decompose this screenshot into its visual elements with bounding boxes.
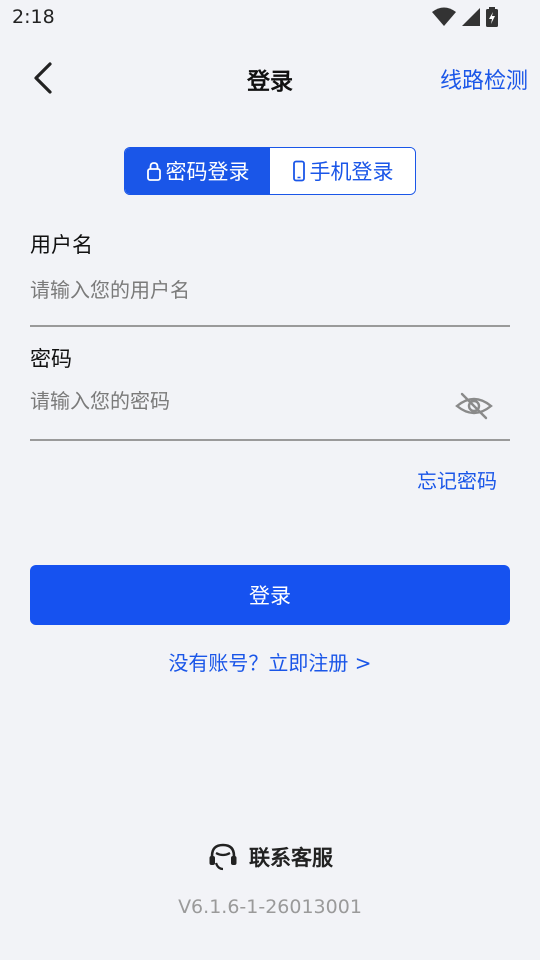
- username-divider: [30, 325, 510, 327]
- route-check-link[interactable]: 线路检测: [440, 63, 528, 95]
- password-input[interactable]: [30, 383, 450, 419]
- username-label: 用户名: [30, 233, 93, 257]
- contact-support-label: 联系客服: [249, 846, 333, 870]
- contact-support-button[interactable]: 联系客服: [0, 842, 540, 872]
- tab-phone-login-label: 手机登录: [309, 160, 394, 184]
- tab-password-login[interactable]: 密码登录: [125, 148, 270, 194]
- battery-icon: [486, 7, 498, 27]
- forgot-password-link[interactable]: 忘记密码: [417, 465, 497, 494]
- password-visibility-toggle[interactable]: [453, 389, 495, 423]
- login-button[interactable]: 登录: [30, 565, 510, 625]
- status-time: 2:18: [12, 6, 55, 28]
- wifi-icon: [432, 7, 456, 26]
- tab-phone-login[interactable]: 手机登录: [270, 148, 415, 194]
- phone-icon: [292, 160, 305, 182]
- password-divider: [30, 439, 510, 441]
- status-icons: [432, 7, 498, 27]
- eye-off-icon: [455, 392, 493, 420]
- username-input[interactable]: [30, 272, 450, 308]
- password-label: 密码: [30, 347, 72, 371]
- login-mode-tabs: 密码登录 手机登录: [124, 147, 416, 195]
- headset-icon: [209, 843, 237, 871]
- tab-password-login-label: 密码登录: [165, 160, 250, 184]
- lock-icon: [146, 162, 161, 181]
- app-version: V6.1.6-1-26013001: [178, 896, 362, 918]
- signal-icon: [462, 8, 480, 26]
- register-link[interactable]: 没有账号？立即注册 >: [0, 647, 540, 676]
